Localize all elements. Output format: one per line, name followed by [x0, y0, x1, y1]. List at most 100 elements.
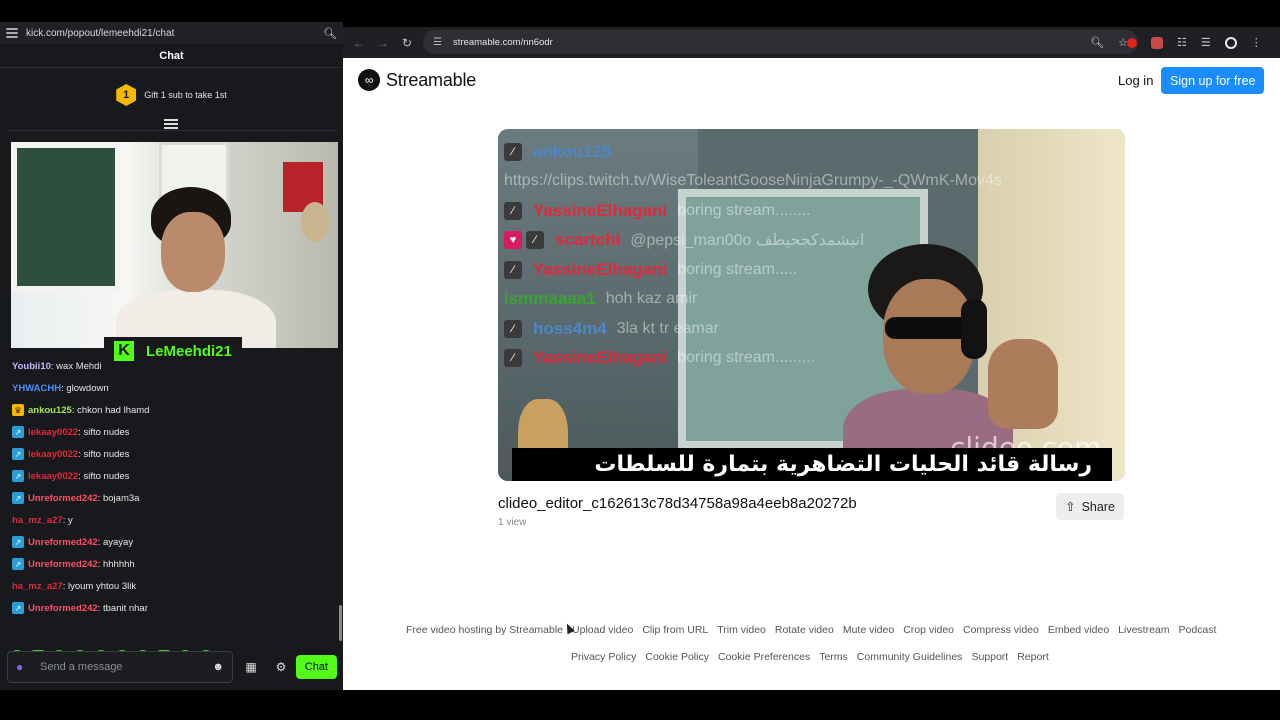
address-url: streamable.com/nn6odr: [453, 36, 553, 48]
forward-arrow-icon[interactable]: →: [371, 36, 395, 50]
puzzle-extensions-icon[interactable]: ☷: [1177, 36, 1187, 49]
footer-link[interactable]: Crop video: [903, 624, 954, 636]
footer-link[interactable]: Community Guidelines: [857, 651, 963, 663]
overlay-text: 3la kt tr eamar: [616, 319, 719, 337]
overlay-username: ankou125: [533, 141, 612, 161]
footer-link[interactable]: Clip from URL: [642, 624, 708, 636]
microphone-icon[interactable]: ●: [16, 660, 26, 674]
rank-hexagon-icon: 1: [116, 84, 137, 106]
footer-link[interactable]: Livestream: [1118, 624, 1169, 636]
zoom-icon[interactable]: 🔍︎: [323, 27, 337, 40]
menu-kebab-icon[interactable]: ⋮: [1251, 36, 1262, 49]
video-chat-overlay: ∕ ankou125 https://clips.twitch.tv/WiseTol…: [504, 137, 1024, 373]
browser-toolbar: ← → ↻ ☰ streamable.com/nn6odr 🔍︎ ☆ ☷ ☰ ⋮: [343, 27, 1280, 58]
share-button[interactable]: ⇧ Share: [1056, 493, 1124, 520]
address-bar[interactable]: ☰ streamable.com/nn6odr 🔍︎ ☆: [423, 30, 1138, 54]
heart-badge-icon: ♥: [504, 231, 522, 250]
chat-username[interactable]: YHWACHH: [12, 383, 61, 394]
extension-badge-icon[interactable]: [1151, 36, 1163, 49]
footer-link[interactable]: Cookie Preferences: [718, 651, 810, 663]
gift-leaderboard[interactable]: 1 Gift 1 sub to take 1st: [0, 84, 343, 106]
chat-username[interactable]: Unreformed242: [28, 537, 98, 548]
chat-badge-icon: ∕: [526, 231, 544, 250]
footer-link[interactable]: Cookie Policy: [645, 651, 709, 663]
chat-badge-icon: ∕: [504, 260, 522, 279]
subscriber-badge-icon: ↗: [12, 602, 24, 614]
share-label: Share: [1081, 499, 1115, 514]
footer-link[interactable]: Trim video: [717, 624, 766, 636]
footer-links-primary: Free video hosting by Streamable Upload v…: [406, 624, 1218, 636]
chat-text: : sifto nudes: [78, 426, 130, 438]
chat-input-row: ● ☻ ▦ ⚙ Chat: [7, 651, 337, 683]
chat-username[interactable]: Unreformed242: [28, 559, 98, 570]
kick-address-bar[interactable]: kick.com/popout/lemeehdi21/chat 🔍︎: [0, 22, 343, 44]
footer-link[interactable]: Embed video: [1048, 624, 1109, 636]
chat-message-list: Youbii10: wax Mehdi YHWACHH: glowdown ♛ ank…: [12, 355, 334, 619]
extensions-area: ☷ ☰ ⋮: [1127, 27, 1262, 58]
overlay-chat-line: ∕ hoss4m4 3la kt tr eamar: [504, 314, 1024, 344]
chat-username[interactable]: Unreformed242: [28, 493, 98, 504]
message-box: ● ☻: [7, 651, 233, 683]
overlay-text: boring stream.....: [677, 260, 798, 278]
chat-message: ↗ lekaay0022: sifto nudes: [12, 421, 334, 443]
footer-link[interactable]: Mute video: [843, 624, 894, 636]
reload-icon[interactable]: ↻: [395, 36, 419, 50]
logo-text: Streamable: [386, 69, 477, 90]
media-controls-icon[interactable]: ☰: [1201, 36, 1211, 49]
site-info-icon[interactable]: ☰: [433, 37, 445, 48]
footer-link[interactable]: Podcast: [1179, 624, 1217, 636]
login-link[interactable]: Log in: [1118, 73, 1153, 88]
chat-username[interactable]: lekaay0022: [28, 427, 78, 438]
footer-link[interactable]: Report: [1017, 651, 1049, 663]
chat-text: : hhhhhh: [97, 558, 135, 570]
chat-message: ha_mz_a27: y: [12, 509, 334, 531]
zoom-icon[interactable]: 🔍︎: [1090, 36, 1104, 49]
message-input[interactable]: [40, 661, 213, 673]
record-extension-icon[interactable]: [1127, 37, 1137, 48]
overlay-text: hoh kaz amir: [605, 290, 698, 308]
overlay-text: boring stream.........: [677, 349, 816, 367]
chat-text: : sifto nudes: [78, 448, 130, 460]
streamable-logo[interactable]: ∞ Streamable: [358, 69, 476, 91]
browser-window: ← → ↻ ☰ streamable.com/nn6odr 🔍︎ ☆ ☷ ☰ ⋮…: [343, 27, 1280, 690]
overlay-chat-line: ∕ YassineElhagani boring stream.....: [504, 255, 1024, 285]
chat-username[interactable]: ha_mz_a27: [12, 581, 63, 592]
store-icon[interactable]: ▦: [239, 655, 263, 679]
chat-username[interactable]: Unreformed242: [28, 603, 98, 614]
chat-username[interactable]: lekaay0022: [28, 471, 78, 482]
back-arrow-icon[interactable]: ←: [347, 36, 371, 50]
chat-scrollbar[interactable]: [339, 605, 342, 641]
divider: [6, 130, 337, 131]
overlay-text: boring stream........: [677, 201, 811, 219]
chat-text: : y: [62, 514, 73, 526]
chat-badge-icon: ∕: [504, 349, 522, 368]
footer-link[interactable]: Compress video: [963, 624, 1039, 636]
overlay-username: YassineElhagani: [533, 200, 668, 220]
emoji-icon[interactable]: ☻: [212, 661, 224, 673]
overlay-username: scartchi: [555, 230, 621, 250]
view-count: 1 view: [498, 517, 527, 528]
chat-username[interactable]: ha_mz_a27: [12, 515, 63, 526]
subscriber-badge-icon: ↗: [12, 448, 24, 460]
footer-link[interactable]: Support: [971, 651, 1008, 663]
chat-text: : chkon had lhamd: [71, 404, 150, 416]
video-player[interactable]: ∕ ankou125 https://clips.twitch.tv/WiseTol…: [498, 129, 1125, 481]
overlay-username: hoss4m4: [533, 318, 607, 338]
overlay-text: @pepsi_man00o انبشمدكجحيطف: [630, 232, 865, 250]
site-settings-icon[interactable]: [6, 28, 18, 38]
chat-text: : lyoum yhtou 3lik: [62, 580, 137, 592]
send-chat-button[interactable]: Chat: [295, 655, 337, 679]
signup-button[interactable]: Sign up for free: [1161, 67, 1265, 94]
share-icon: ⇧: [1065, 500, 1076, 514]
gear-icon[interactable]: ⚙: [269, 655, 293, 679]
footer-link[interactable]: Upload video: [572, 624, 633, 636]
chat-username[interactable]: Youbii10: [12, 361, 51, 372]
footer-link[interactable]: Rotate video: [775, 624, 834, 636]
footer-link[interactable]: Terms: [819, 651, 848, 663]
chat-username[interactable]: ankou125: [28, 405, 72, 416]
chat-message: Youbii10: wax Mehdi: [12, 355, 334, 377]
profile-avatar-icon[interactable]: [1224, 36, 1237, 49]
footer-link[interactable]: Free video hosting by Streamable: [406, 624, 563, 636]
footer-link[interactable]: Privacy Policy: [571, 651, 636, 663]
chat-username[interactable]: lekaay0022: [28, 449, 78, 460]
